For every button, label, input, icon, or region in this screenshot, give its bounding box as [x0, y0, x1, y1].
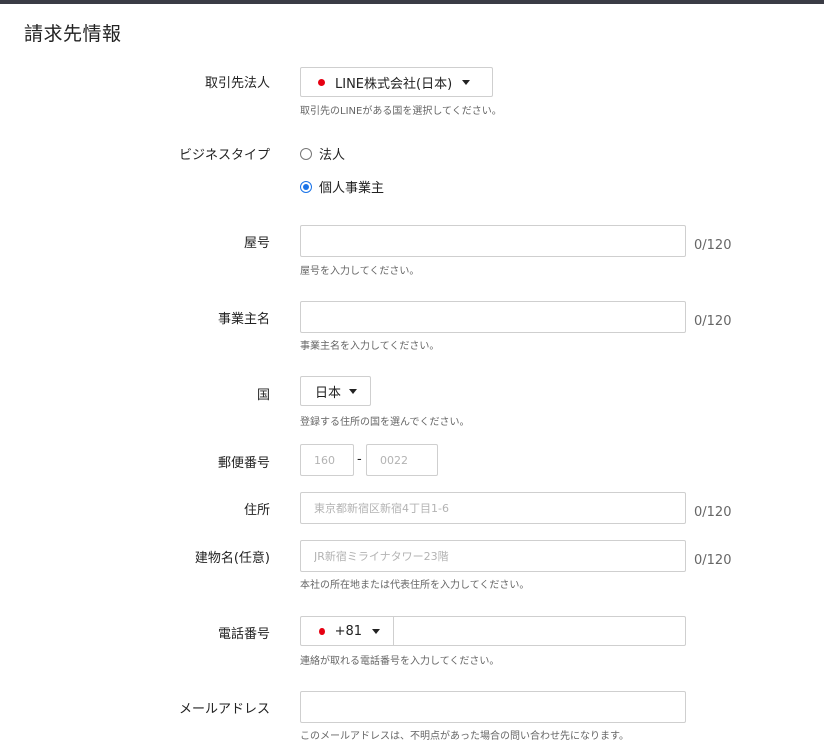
- country-dropdown[interactable]: 日本: [300, 376, 371, 406]
- top-bar: [0, 0, 824, 4]
- email-helper: このメールアドレスは、不明点があった場合の問い合わせ先になります。: [300, 731, 629, 742]
- corporation-helper: 取引先のLINEがある国を選択してください。: [300, 106, 502, 117]
- postal-code-first-input[interactable]: [300, 444, 354, 476]
- address-input[interactable]: [300, 492, 686, 524]
- radio-label-sole-proprietor: 個人事業主: [319, 181, 385, 196]
- postal-code-second-input[interactable]: [366, 444, 438, 476]
- caret-down-icon: [372, 628, 380, 634]
- owner-name-label: 事業主名: [217, 312, 270, 327]
- radio-option-corporation[interactable]: 法人: [300, 144, 345, 163]
- red-circle-flag-icon: [318, 78, 325, 86]
- radio-unchecked-icon[interactable]: [300, 147, 312, 160]
- business-type-label: ビジネスタイプ: [178, 148, 270, 163]
- building-helper: 本社の所在地または代表住所を入力してください。: [300, 580, 530, 591]
- country-label: 国: [256, 388, 270, 403]
- country-value: 日本: [315, 385, 342, 401]
- trade-name-input[interactable]: [300, 225, 686, 257]
- caret-down-icon: [349, 388, 358, 394]
- address-label: 住所: [243, 503, 270, 518]
- postal-code-label: 郵便番号: [217, 456, 270, 471]
- phone-country-code: +81: [334, 623, 362, 639]
- trade-name-label: 屋号: [243, 236, 270, 251]
- page-title: 請求先情報: [24, 23, 122, 45]
- radio-option-sole-proprietor[interactable]: 個人事業主: [300, 177, 384, 196]
- trade-name-helper: 屋号を入力してください。: [300, 266, 420, 277]
- owner-name-counter: 0/120: [694, 314, 732, 329]
- email-input[interactable]: [300, 691, 686, 723]
- red-circle-flag-icon: [319, 627, 325, 635]
- building-label: 建物名(任意): [194, 551, 270, 566]
- owner-name-input[interactable]: [300, 301, 686, 333]
- phone-helper: 連絡が取れる電話番号を入力してください。: [300, 656, 500, 667]
- corporation-value: LINE株式会社(日本): [335, 76, 453, 92]
- corporation-label: 取引先法人: [204, 76, 270, 91]
- trade-name-counter: 0/120: [694, 238, 732, 253]
- phone-country-code-dropdown[interactable]: +81: [300, 616, 394, 646]
- building-counter: 0/120: [694, 553, 732, 568]
- corporation-dropdown[interactable]: LINE株式会社(日本): [300, 67, 493, 97]
- radio-checked-icon[interactable]: [300, 180, 312, 193]
- postal-code-separator: -: [357, 452, 362, 467]
- owner-name-helper: 事業主名を入力してください。: [300, 341, 440, 352]
- caret-down-icon: [462, 79, 471, 85]
- country-helper: 登録する住所の国を選んでください。: [300, 417, 470, 428]
- phone-label: 電話番号: [217, 627, 270, 642]
- radio-label-corporation: 法人: [319, 148, 346, 163]
- address-counter: 0/120: [694, 505, 732, 520]
- building-input[interactable]: [300, 540, 686, 572]
- email-label: メールアドレス: [178, 702, 270, 717]
- phone-number-input[interactable]: [393, 616, 686, 646]
